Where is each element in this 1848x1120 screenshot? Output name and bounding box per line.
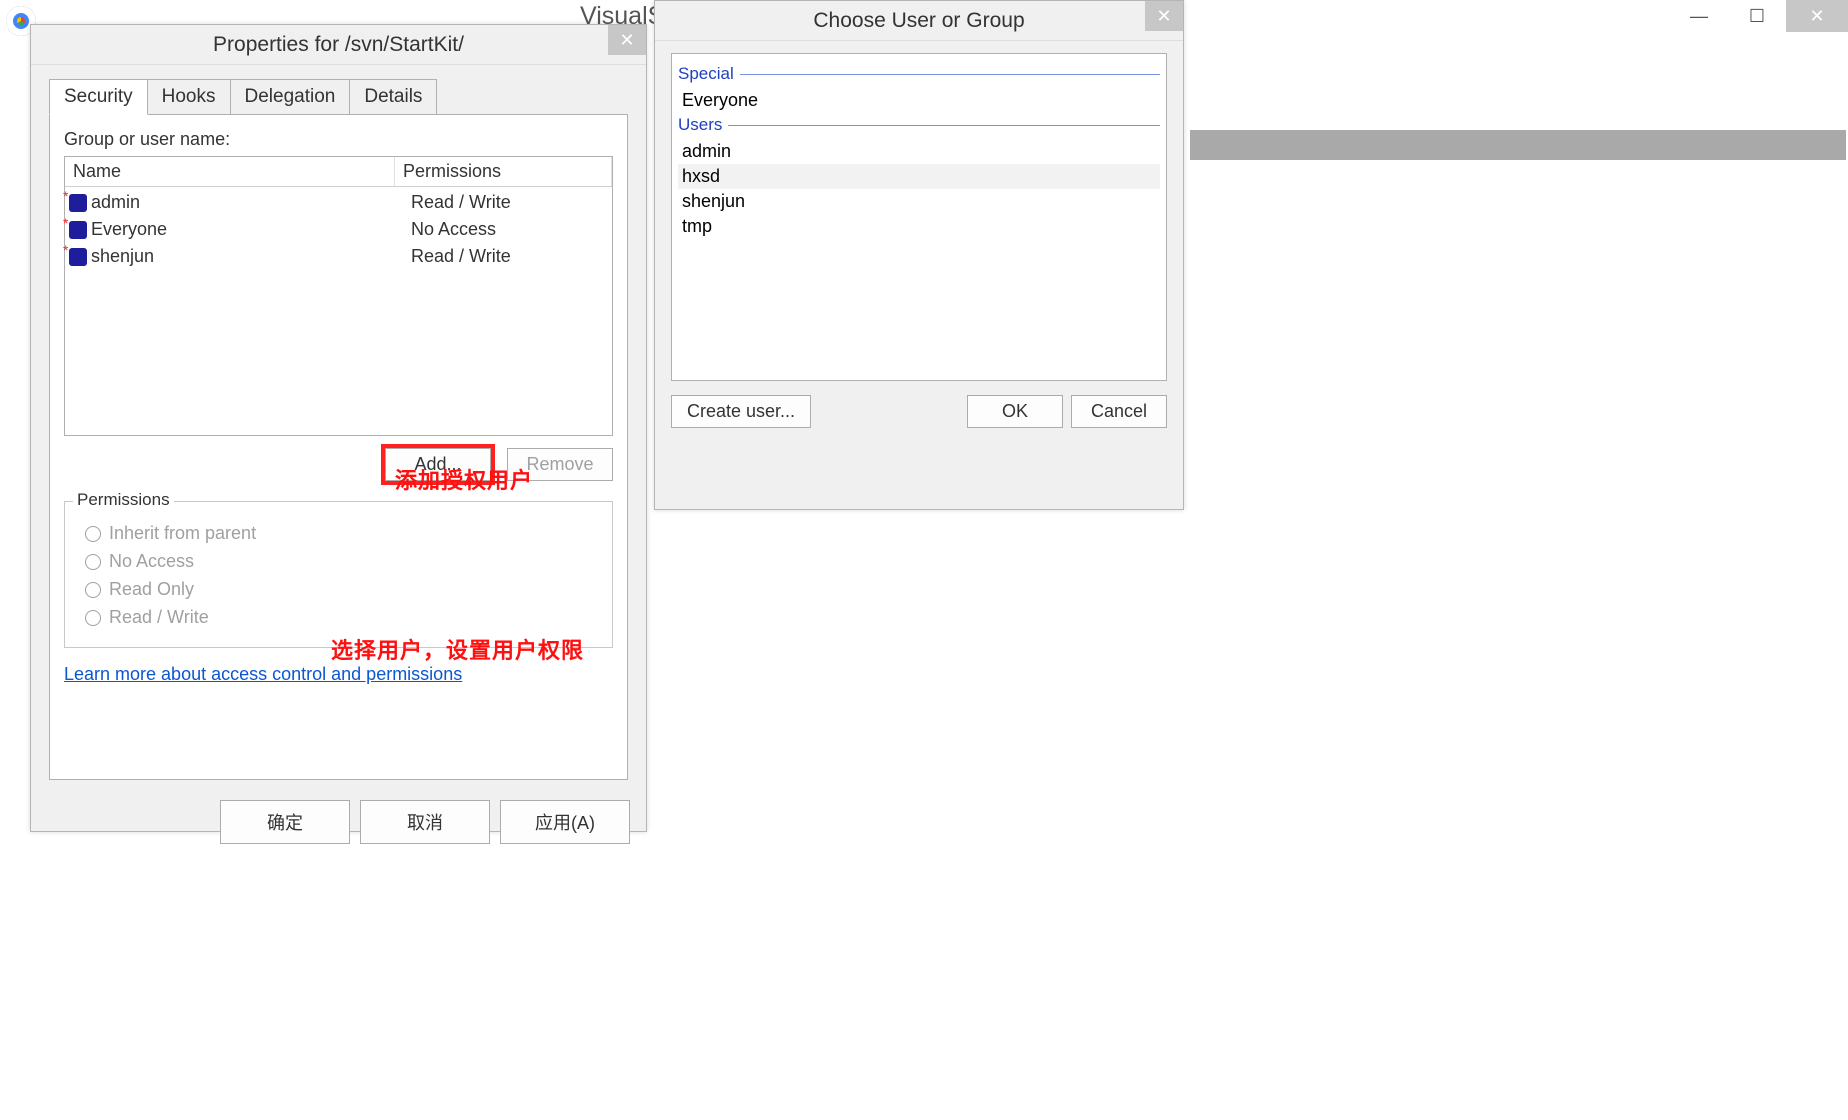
col-name[interactable]: Name xyxy=(65,157,395,186)
choose-bottom-buttons: Create user... OK Cancel xyxy=(655,381,1183,442)
user-table: Name Permissions admin Read / Write Ever… xyxy=(64,156,613,436)
background-toolbar xyxy=(1190,130,1846,160)
properties-title-text: Properties for /svn/StartKit/ xyxy=(213,33,464,56)
radio-icon xyxy=(85,610,101,626)
tab-details[interactable]: Details xyxy=(349,79,437,115)
list-item-hxsd[interactable]: hxsd xyxy=(678,164,1160,189)
user-group-listbox: Special Everyone Users admin hxsd shenju… xyxy=(671,53,1167,381)
table-row[interactable]: Everyone No Access xyxy=(65,216,612,243)
list-item-everyone[interactable]: Everyone xyxy=(678,88,1160,113)
special-label: Special xyxy=(678,64,734,84)
radio-readonly[interactable]: Read Only xyxy=(85,579,592,600)
choose-title: Choose User or Group ✕ xyxy=(655,1,1183,41)
choose-ok-button[interactable]: OK xyxy=(967,395,1063,428)
properties-dialog: Properties for /svn/StartKit/ ✕ Security… xyxy=(30,24,647,832)
list-item-admin[interactable]: admin xyxy=(678,139,1160,164)
properties-title: Properties for /svn/StartKit/ ✕ xyxy=(31,25,646,65)
tab-delegation[interactable]: Delegation xyxy=(230,79,351,115)
user-perm: No Access xyxy=(411,219,496,240)
users-label: Users xyxy=(678,115,722,135)
table-row[interactable]: shenjun Read / Write xyxy=(65,243,612,270)
radio-label: Read / Write xyxy=(109,607,209,628)
radio-icon xyxy=(85,582,101,598)
radio-noaccess[interactable]: No Access xyxy=(85,551,592,572)
user-perm: Read / Write xyxy=(411,192,511,213)
radio-inherit[interactable]: Inherit from parent xyxy=(85,523,592,544)
choose-cancel-button[interactable]: Cancel xyxy=(1071,395,1167,428)
permissions-groupbox: Permissions Inherit from parent No Acces… xyxy=(64,501,613,648)
annotation-add-user: 添加授权用户 xyxy=(395,463,533,495)
radio-label: Read Only xyxy=(109,579,194,600)
properties-close-button[interactable]: ✕ xyxy=(608,25,646,55)
ok-button[interactable]: 确定 xyxy=(220,800,350,844)
group-icon xyxy=(69,221,87,239)
radio-readwrite[interactable]: Read / Write xyxy=(85,607,592,628)
create-user-button[interactable]: Create user... xyxy=(671,395,811,428)
user-name: admin xyxy=(91,192,411,213)
list-item-tmp[interactable]: tmp xyxy=(678,214,1160,239)
group-user-label: Group or user name: xyxy=(64,129,613,150)
user-name: Everyone xyxy=(91,219,411,240)
tab-security[interactable]: Security xyxy=(49,79,148,115)
user-icon xyxy=(69,248,87,266)
choose-user-dialog: Choose User or Group ✕ Special Everyone … xyxy=(654,0,1184,510)
special-group-header: Special xyxy=(678,64,1160,84)
radio-icon xyxy=(85,526,101,542)
window-controls: — ☐ ✕ xyxy=(1670,0,1848,32)
radio-icon xyxy=(85,554,101,570)
list-item-shenjun[interactable]: shenjun xyxy=(678,189,1160,214)
properties-tabs: Security Hooks Delegation Details xyxy=(49,79,628,115)
user-icon xyxy=(69,194,87,212)
user-perm: Read / Write xyxy=(411,246,511,267)
maximize-button[interactable]: ☐ xyxy=(1728,0,1786,32)
radio-label: No Access xyxy=(109,551,194,572)
tab-hooks[interactable]: Hooks xyxy=(147,79,231,115)
close-window-button[interactable]: ✕ xyxy=(1786,0,1848,32)
table-row[interactable]: admin Read / Write xyxy=(65,189,612,216)
learn-more-link[interactable]: Learn more about access control and perm… xyxy=(64,664,462,685)
annotation-set-perm: 选择用户，设置用户权限 xyxy=(331,633,584,665)
properties-bottom-buttons: 确定 取消 应用(A) xyxy=(31,790,646,858)
minimize-button[interactable]: — xyxy=(1670,0,1728,32)
choose-title-text: Choose User or Group xyxy=(813,9,1024,32)
tab-content: Group or user name: Name Permissions adm… xyxy=(49,114,628,780)
col-permissions[interactable]: Permissions xyxy=(395,157,612,186)
users-group-header: Users xyxy=(678,115,1160,135)
radio-label: Inherit from parent xyxy=(109,523,256,544)
user-name: shenjun xyxy=(91,246,411,267)
apply-button[interactable]: 应用(A) xyxy=(500,800,630,844)
permissions-legend: Permissions xyxy=(73,490,174,510)
cancel-button[interactable]: 取消 xyxy=(360,800,490,844)
choose-close-button[interactable]: ✕ xyxy=(1145,1,1183,31)
user-table-header: Name Permissions xyxy=(65,157,612,187)
